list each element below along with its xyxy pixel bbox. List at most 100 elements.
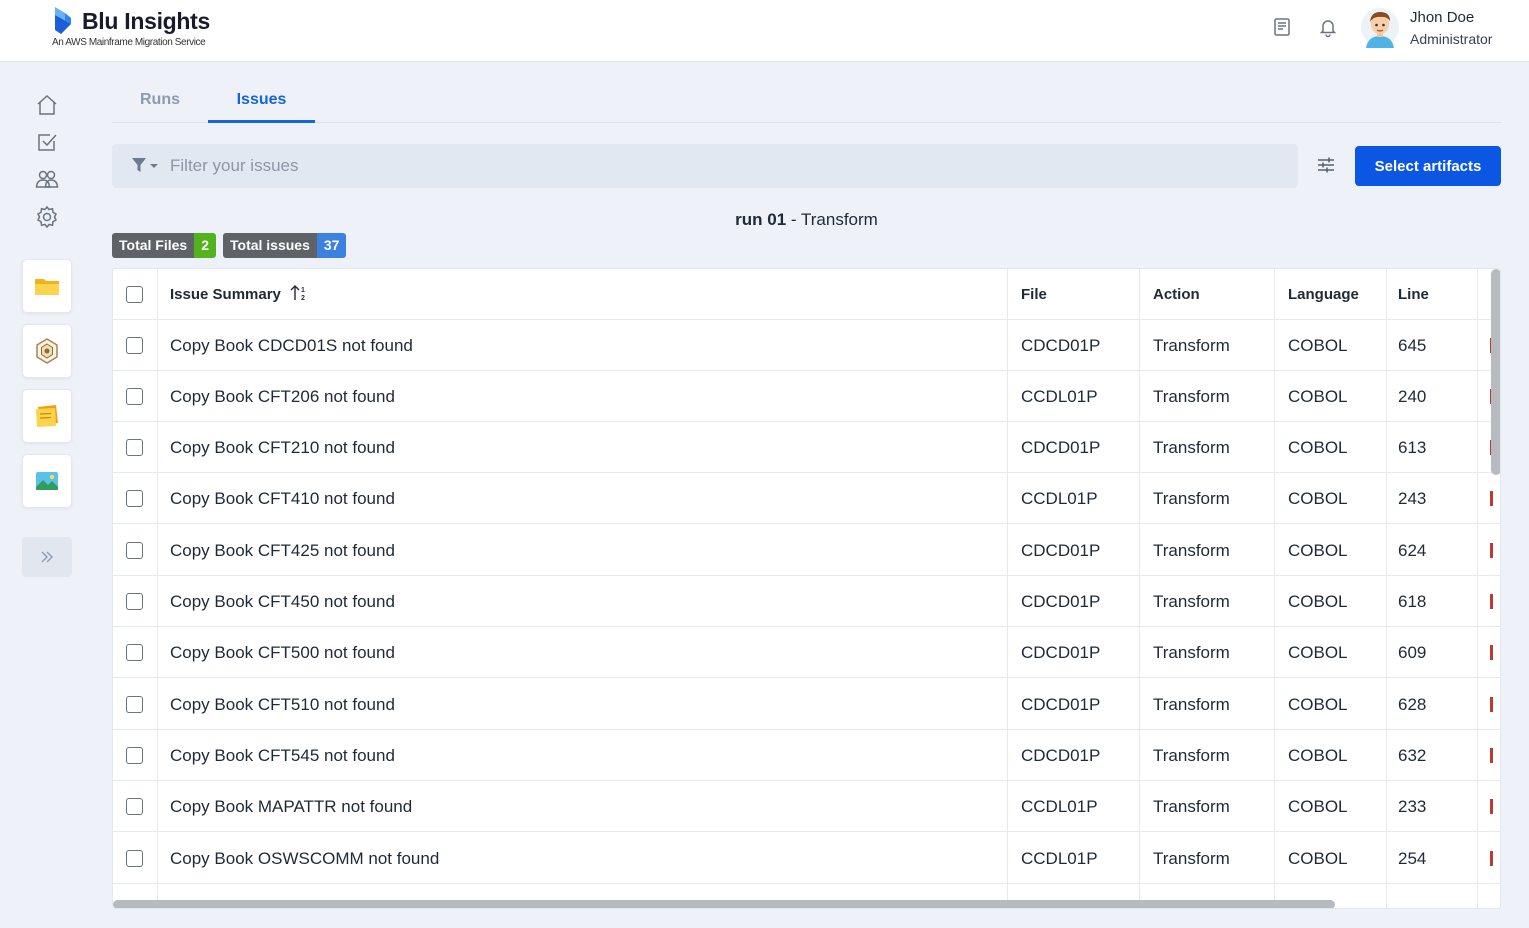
app-tile-folder[interactable] [22,259,72,313]
severity-marker [1490,491,1493,506]
severity-marker [1490,645,1493,660]
severity-marker [1490,851,1493,866]
column-header-language[interactable]: Language [1288,269,1383,320]
table-row[interactable]: Copy Book CFT410 not found CCDL01P Trans… [113,473,1500,524]
file-cell[interactable]: CDCD01P [1021,730,1136,781]
table-row[interactable]: Copy Book CFT210 not found CDCD01P Trans… [113,422,1500,473]
docs-icon[interactable] [1271,16,1293,38]
funnel-dropdown-icon[interactable] [130,157,160,175]
total-issues-label: Total issues [223,233,317,258]
row-checkbox[interactable] [126,439,143,456]
avatar[interactable] [1360,6,1400,48]
issue-summary-cell: Copy Book CFT425 not found [170,541,395,560]
row-checkbox[interactable] [126,542,143,559]
double-chevron-right-icon [41,551,53,563]
notes-app-icon [36,405,58,427]
user-name[interactable]: Jhon Doe [1410,9,1474,26]
row-checkbox[interactable] [126,490,143,507]
row-checkbox[interactable] [126,798,143,815]
language-cell: COBOL [1288,592,1348,611]
issue-summary-cell: Copy Book CFT410 not found [170,489,395,508]
line-cell: 613 [1398,438,1427,457]
issue-summary-cell: Copy Book CFT206 not found [170,387,395,406]
app-tile-image[interactable] [22,454,72,508]
issues-table: Issue Summary 1 2 File Action Language Lin… [112,268,1501,909]
filter-input[interactable] [170,144,1280,188]
issue-summary-cell: Copy Book CFT545 not found [170,746,395,765]
row-checkbox[interactable] [126,696,143,713]
run-type: Transform [801,210,878,229]
line-cell: 645 [1398,336,1427,355]
table-row[interactable]: Copy Book OSWSCOMM not found CCDL01P Tra… [113,833,1500,884]
row-checkbox[interactable] [126,850,143,867]
severity-marker [1490,748,1493,763]
language-cell: COBOL [1288,387,1348,406]
line-cell: 632 [1398,746,1427,765]
file-cell[interactable]: CDCD01P [1021,525,1136,576]
total-files-count: 2 [194,233,216,258]
file-cell[interactable]: CDCD01P [1021,679,1136,730]
row-checkbox[interactable] [126,747,143,764]
row-checkbox[interactable] [126,388,143,405]
sort-asc-icon[interactable]: 12 [289,284,309,302]
table-row[interactable]: Copy Book CFT450 not found CDCD01P Trans… [113,576,1500,627]
vertical-scrollbar[interactable] [1491,269,1500,475]
row-checkbox[interactable] [126,337,143,354]
row-checkbox[interactable] [126,593,143,610]
file-cell[interactable]: CDCD01P [1021,627,1136,678]
severity-marker [1490,799,1493,814]
app-tile-notes[interactable] [22,389,72,443]
codebase-app-icon [36,338,58,364]
severity-marker [1490,594,1493,609]
column-header-file[interactable]: File [1021,269,1131,320]
tab-runs[interactable]: Runs [126,80,194,123]
run-name: run 01 [735,210,787,229]
issue-summary-cell: Copy Book CFT450 not found [170,592,395,611]
table-row[interactable]: Copy Book MAPATTR not found CCDL01P Tran… [113,781,1500,832]
file-cell[interactable]: CDCD01P [1021,422,1136,473]
action-cell: Transform [1153,592,1230,611]
select-artifacts-button[interactable]: Select artifacts [1355,146,1501,186]
file-cell[interactable]: CDCD01P [1021,320,1136,371]
action-cell: Transform [1153,695,1230,714]
table-row[interactable]: Copy Book CFT425 not found CDCD01P Trans… [113,525,1500,576]
tasks-icon[interactable] [34,129,60,155]
action-cell: Transform [1153,489,1230,508]
row-checkbox[interactable] [126,644,143,661]
column-header-action[interactable]: Action [1153,269,1268,320]
image-app-icon [36,472,58,490]
column-header-line[interactable]: Line [1398,269,1473,320]
table-row[interactable]: Copy Book CFT545 not found CDCD01P Trans… [113,730,1500,781]
app-tile-codebase[interactable] [22,324,72,378]
file-cell[interactable]: CDCD01P [1021,576,1136,627]
file-cell[interactable]: CCDL01P [1021,781,1136,832]
action-cell: Transform [1153,746,1230,765]
action-cell: Transform [1153,336,1230,355]
file-cell[interactable]: CCDL01P [1021,371,1136,422]
line-cell: 618 [1398,592,1427,611]
sliders-icon[interactable] [1315,154,1337,176]
run-title: run 01 - Transform [0,210,1529,230]
action-cell: Transform [1153,387,1230,406]
table-row[interactable]: Copy Book CFT206 not found CCDL01P Trans… [113,371,1500,422]
table-row[interactable]: Copy Book CFT510 not found CDCD01P Trans… [113,679,1500,730]
select-all-checkbox[interactable] [126,286,143,303]
column-header-issue-summary[interactable]: Issue Summary 1 2 [170,269,990,320]
issue-summary-cell: Copy Book OSWSCOMM not found [170,849,440,868]
tab-issues[interactable]: Issues [208,80,315,123]
horizontal-scrollbar[interactable] [113,900,1335,908]
table-row[interactable]: Copy Book CFT500 not found CDCD01P Trans… [113,627,1500,678]
user-role: Administrator [1410,31,1493,47]
run-separator: - [786,210,801,229]
table-row[interactable]: Copy Book CDCD01S not found CDCD01P Tran… [113,320,1500,371]
file-cell[interactable]: CCDL01P [1021,833,1136,884]
users-icon[interactable] [34,166,60,192]
action-cell: Transform [1153,849,1230,868]
total-issues-badge: Total issues 37 [223,233,347,258]
action-cell: Transform [1153,797,1230,816]
bell-icon[interactable] [1317,16,1339,38]
sidebar-expand-button[interactable] [22,537,72,577]
home-icon[interactable] [34,92,60,118]
file-cell[interactable]: CCDL01P [1021,473,1136,524]
language-cell: COBOL [1288,643,1348,662]
